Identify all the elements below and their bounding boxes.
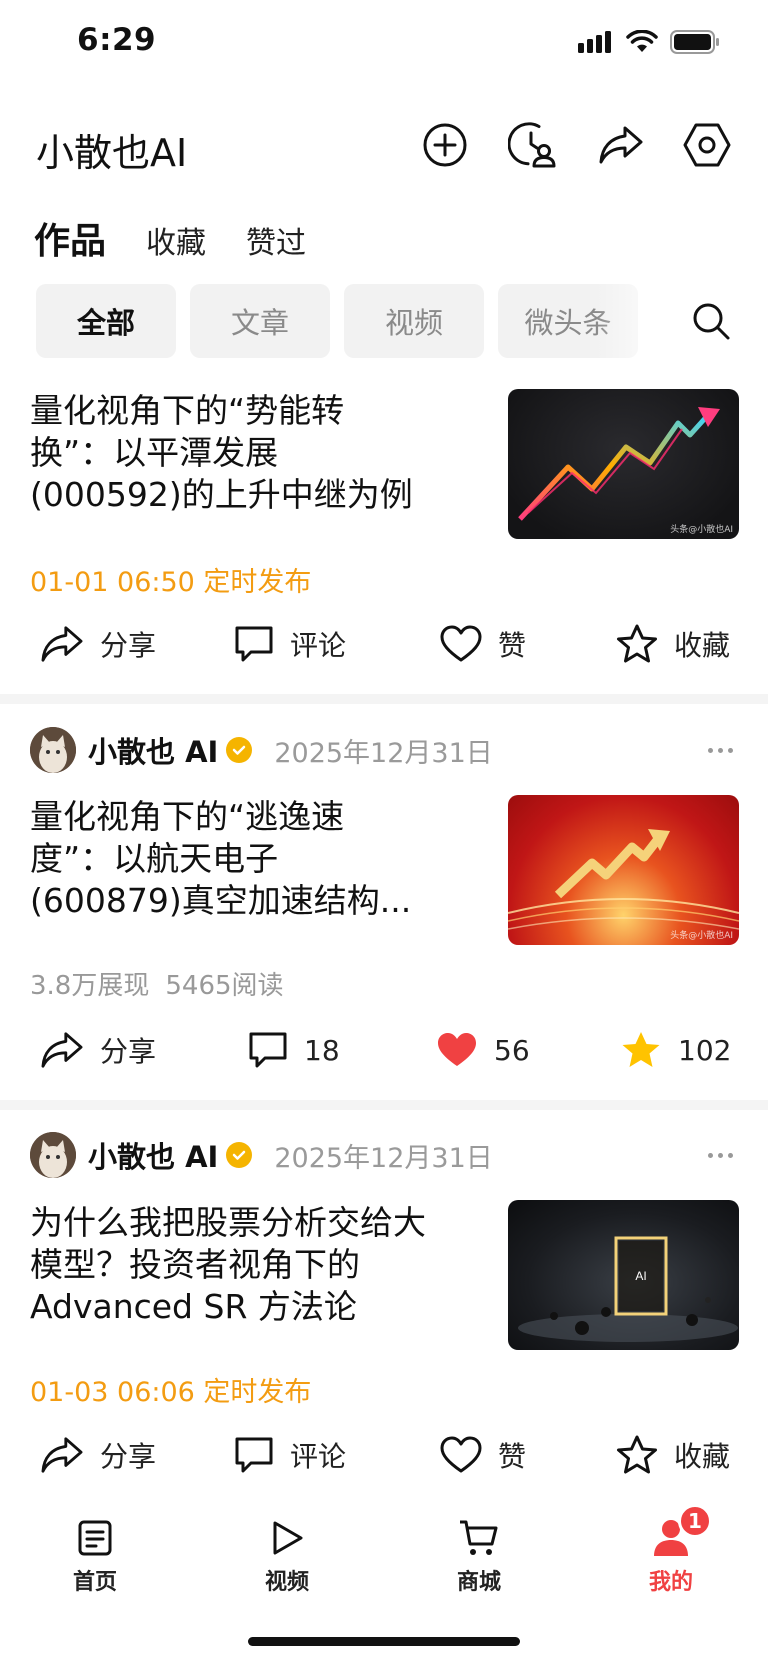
status-bar: 6:29 [0,0,768,90]
like-button[interactable]: 56 [436,1020,530,1080]
more-options-button[interactable] [700,726,740,774]
verified-icon [226,737,253,763]
post-date: 2025年12月31日 [274,737,493,769]
content-filter-row: 全部 文章 视频 微头条 [36,284,736,358]
author-name[interactable]: 小散也 AI [88,1134,218,1176]
favorite-button[interactable]: 收藏 [616,1425,730,1485]
card-divider [0,1100,768,1110]
card-divider [0,694,768,704]
heart-outline-icon [440,1436,482,1473]
thumbnail-watermark: 头条@小散也AI [670,525,733,535]
settings-button[interactable] [682,120,732,170]
star-outline-icon [617,624,657,663]
favorite-button[interactable]: 收藏 [616,614,730,674]
play-icon [265,1516,309,1560]
comment-icon [235,1437,273,1473]
comment-icon [235,626,273,662]
like-count: 56 [494,1033,530,1067]
profile-name: 小散也AI [36,131,188,175]
post-thumbnail[interactable]: 头条@小散也AI [508,389,739,539]
share-button[interactable]: 分享 [40,1020,156,1080]
favorite-button[interactable]: 102 [620,1020,731,1080]
status-icons [578,30,720,54]
settings-hexagon-icon [683,123,731,167]
post-actions: 分享 评论 赞 收藏 [0,1425,768,1485]
profile-header: 小散也AI [0,110,768,180]
filter-search-button[interactable] [686,296,736,346]
wifi-icon [626,30,658,52]
post-thumbnail[interactable]: AI [508,1200,739,1350]
tab-video[interactable]: 视频 [232,1516,342,1596]
comment-count: 18 [304,1033,340,1067]
battery-icon [670,30,719,54]
share-button[interactable]: 分享 [40,614,156,674]
portal-label: AI [635,1269,646,1283]
comment-button[interactable]: 评论 [234,614,346,674]
filter-videos[interactable]: 视频 [344,284,484,358]
post-actions: 分享 评论 赞 收藏 [0,614,768,674]
tab-works[interactable]: 作品 [34,212,106,264]
like-button[interactable]: 赞 [440,1425,526,1485]
document-icon [73,1516,117,1560]
post-stats: 3.8万展现 5465阅读 [30,965,284,1002]
post-actions: 分享 18 56 102 [0,1020,768,1080]
visitor-history-button[interactable] [508,120,558,170]
post-date: 2025年12月31日 [274,1142,493,1174]
author-avatar[interactable] [30,1132,76,1178]
post-title[interactable]: 量化视角下的“逃逸速 度”：以航天电子 (600879)真空加速结构... [30,796,480,922]
add-post-button[interactable] [420,120,470,170]
search-icon [693,303,730,340]
comment-icon [249,1032,287,1068]
star-outline-icon [617,1435,657,1474]
tab-favorites[interactable]: 收藏 [146,218,206,262]
author-row: 小散也 AI 2025年12月31日 [30,1131,493,1179]
filter-articles[interactable]: 文章 [190,284,330,358]
home-indicator [248,1637,520,1646]
comment-button[interactable]: 评论 [234,1425,346,1485]
author-row: 小散也 AI 2025年12月31日 [30,726,493,774]
rising-chart-graphic [518,407,720,521]
tab-me[interactable]: 我的 1 [616,1504,726,1596]
filter-all[interactable]: 全部 [36,284,176,358]
share-icon [41,626,83,662]
comment-button[interactable]: 18 [248,1020,340,1080]
post-title[interactable]: 为什么我把股票分析交给大 模型？投资者视角下的 Advanced SR 方法论 [30,1202,480,1328]
tab-mall[interactable]: 商城 [424,1516,534,1596]
verified-icon [226,1142,253,1168]
status-time: 6:29 [77,22,157,58]
star-filled-icon [622,1032,660,1067]
tab-home[interactable]: 首页 [40,1516,150,1596]
section-tabs: 作品 收藏 赞过 [34,212,306,264]
author-avatar[interactable] [30,727,76,773]
share-icon [41,1437,83,1473]
cat-avatar-graphic [30,1132,76,1178]
author-name[interactable]: 小散也 AI [88,729,218,771]
clock-person-icon [508,122,556,168]
like-button[interactable]: 赞 [440,614,526,674]
scheduled-label: 01-01 06:50 定时发布 [30,567,312,598]
share-icon [41,1032,83,1068]
rising-arrow-graphic [508,829,739,930]
ai-portal-graphic: AI [518,1236,738,1342]
notification-badge: 1 [678,1504,712,1538]
scheduled-label: 01-03 06:06 定时发布 [30,1377,312,1408]
heart-outline-icon [440,625,482,662]
post-title[interactable]: 量化视角下的“势能转 换”：以平潭发展 (000592)的上升中继为例 [30,390,480,516]
cart-icon [457,1516,501,1560]
reads-count: 5465阅读 [165,971,284,1001]
cat-avatar-graphic [30,727,76,773]
share-button[interactable]: 分享 [40,1425,156,1485]
tab-liked[interactable]: 赞过 [246,218,306,262]
share-profile-button[interactable] [596,120,646,170]
share-arrow-icon [599,126,643,164]
heart-filled-icon [438,1033,476,1066]
impressions-count: 3.8万展现 [30,971,150,1001]
plus-circle-icon [423,123,467,167]
signal-icon [578,31,611,53]
post-thumbnail[interactable]: 头条@小散也AI [508,795,739,945]
favorite-count: 102 [678,1033,732,1067]
more-options-button[interactable] [700,1131,740,1179]
thumbnail-watermark: 头条@小散也AI [670,931,733,941]
